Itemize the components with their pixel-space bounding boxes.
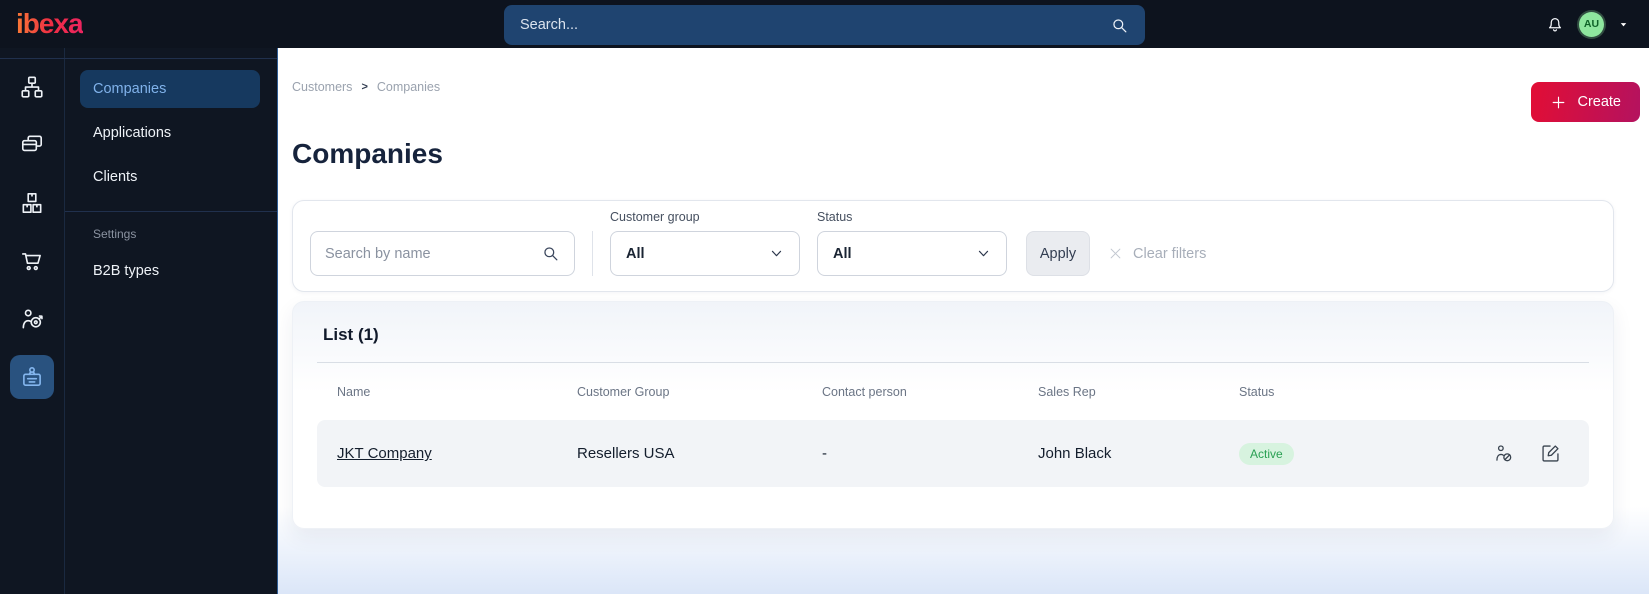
name-filter[interactable]: [310, 231, 575, 277]
settings-section-label: Settings: [93, 227, 137, 241]
cell-status: Active: [1239, 442, 1482, 465]
sidebar-item-applications[interactable]: Applications: [80, 114, 260, 152]
notifications-bell-icon[interactable]: [1545, 14, 1565, 34]
app-root: ibexa AU: [0, 0, 1649, 594]
cell-sales-rep: John Black: [1038, 445, 1112, 463]
sidebar-item-label: Clients: [93, 169, 138, 185]
breadcrumb-separator: >: [361, 81, 368, 93]
plus-icon: [1550, 94, 1567, 111]
page-body: Companies Applications Clients Settings …: [0, 48, 1649, 594]
edit-icon[interactable]: [1540, 443, 1561, 464]
avatar[interactable]: AU: [1579, 11, 1604, 37]
search-icon[interactable]: [541, 244, 560, 263]
column-header-sales-rep: Sales Rep: [1038, 384, 1096, 399]
list-title: List (1): [323, 325, 379, 345]
sidebar-divider: [0, 58, 277, 59]
filters-card: Customer group All Status All: [292, 200, 1614, 293]
customer-group-select[interactable]: All: [610, 231, 800, 277]
id-badge-icon: [19, 364, 45, 390]
status-value: All: [833, 245, 852, 262]
sidebar-item-b2b-types[interactable]: B2B types: [80, 252, 260, 290]
topbar-right-cluster: AU: [1545, 0, 1629, 48]
rail-item-customers[interactable]: [10, 355, 54, 399]
sidebar-item-companies[interactable]: Companies: [80, 70, 260, 108]
column-header-customer-group: Customer Group: [577, 384, 670, 399]
status-label: Status: [817, 210, 853, 225]
rail-item-marketing[interactable]: [10, 297, 54, 341]
clear-filters-label: Clear filters: [1133, 245, 1207, 262]
clear-filters-button[interactable]: Clear filters: [1108, 231, 1206, 276]
page-title: Companies: [292, 138, 443, 169]
chevron-down-icon: [976, 246, 991, 261]
deactivate-user-icon[interactable]: [1493, 443, 1514, 464]
column-header-name: Name: [337, 384, 371, 399]
breadcrumb-item-companies: Companies: [376, 80, 441, 94]
sidebar-item-clients[interactable]: Clients: [80, 158, 260, 196]
sidebar-menu: Companies Applications Clients Settings …: [65, 48, 277, 594]
boxes-icon: [19, 190, 45, 216]
filter-divider: [592, 231, 593, 277]
name-filter-input[interactable]: [325, 245, 541, 262]
column-header-status: Status: [1239, 384, 1275, 399]
menu-divider: [65, 211, 277, 212]
icon-rail: [0, 48, 65, 594]
global-search-input[interactable]: [520, 17, 1110, 33]
sidebar-item-label: Companies: [93, 81, 167, 97]
breadcrumb-item-customers[interactable]: Customers: [292, 80, 352, 94]
sidebar-item-label: B2B types: [93, 263, 160, 279]
apply-button[interactable]: Apply: [1026, 231, 1090, 277]
table-row: JKT Company Resellers USA - John Black A…: [317, 420, 1589, 488]
stacked-cards-icon: [19, 132, 45, 158]
cell-customer-group: Resellers USA: [577, 445, 675, 463]
breadcrumb: Customers > Companies: [292, 48, 1614, 94]
row-actions: [1482, 443, 1569, 464]
main-content: Customers > Companies Create Companies S…: [278, 48, 1649, 594]
status-select[interactable]: All: [817, 231, 1007, 277]
cell-name: JKT Company: [337, 445, 577, 462]
global-search[interactable]: [504, 5, 1145, 45]
table-header: Name Customer Group Contact person Sales…: [317, 363, 1589, 420]
list-card: List (1) Name Customer Group Contact per…: [292, 301, 1614, 530]
customer-group-filter: Customer group All: [610, 210, 800, 277]
topbar: ibexa AU: [0, 0, 1649, 48]
create-button-label: Create: [1577, 94, 1621, 110]
sidebar-item-label: Applications: [93, 125, 172, 141]
rail-item-content-tree[interactable]: [10, 65, 54, 109]
company-name-link[interactable]: JKT Company: [337, 445, 432, 462]
rail-item-products[interactable]: [10, 181, 54, 225]
column-header-contact-person: Contact person: [822, 384, 907, 399]
close-icon: [1108, 246, 1123, 261]
chevron-down-icon: [769, 246, 784, 261]
rail-item-pages[interactable]: [10, 123, 54, 167]
sidebar: Companies Applications Clients Settings …: [0, 48, 278, 594]
sitemap-icon: [19, 74, 45, 100]
status-filter: Status All: [817, 210, 1007, 277]
customer-group-value: All: [626, 245, 645, 262]
create-button[interactable]: Create: [1531, 82, 1640, 122]
search-icon[interactable]: [1110, 16, 1129, 35]
rail-item-commerce[interactable]: [10, 239, 54, 283]
chevron-down-icon[interactable]: [1618, 19, 1629, 30]
status-badge: Active: [1239, 442, 1294, 465]
person-target-icon: [19, 306, 45, 332]
ibexa-logo[interactable]: ibexa: [16, 8, 84, 40]
cart-icon: [19, 248, 45, 274]
cell-contact-person: -: [822, 445, 827, 463]
customer-group-label: Customer group: [610, 210, 700, 225]
